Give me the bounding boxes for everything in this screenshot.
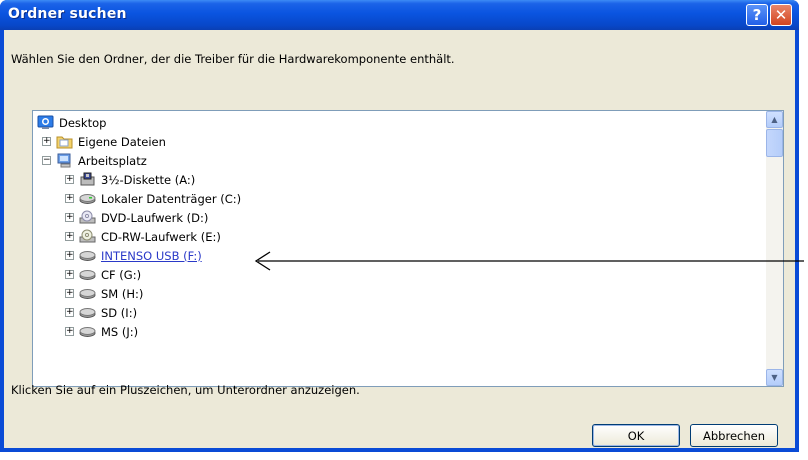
ok-button[interactable]: OK	[592, 424, 680, 447]
close-button[interactable]: ✕	[770, 4, 792, 26]
tree-item-label: Eigene Dateien	[78, 134, 166, 149]
chevron-up-icon: ▲	[771, 115, 778, 124]
help-icon: ?	[752, 6, 762, 24]
dialog-title: Ordner suchen	[8, 6, 127, 22]
expand-icon[interactable]: +	[65, 175, 74, 184]
scroll-thumb[interactable]	[766, 129, 783, 157]
tree-item-cdrw-e[interactable]: + CD-RW-Laufwerk (E:)	[65, 227, 221, 246]
folder-icon	[56, 136, 73, 149]
tree-item-label: DVD-Laufwerk (D:)	[101, 210, 209, 225]
tree-item-label: CF (G:)	[101, 267, 142, 282]
scroll-down-button[interactable]: ▼	[766, 369, 783, 386]
hard-drive-icon	[79, 194, 96, 204]
tree-scrollbar[interactable]: ▲ ▼	[766, 111, 783, 386]
tree-item-label: MS (J:)	[101, 324, 139, 339]
collapse-icon[interactable]: −	[42, 156, 51, 165]
removable-drive-icon	[79, 308, 96, 318]
desktop-icon	[37, 115, 54, 129]
tree-item-label: CD-RW-Laufwerk (E:)	[101, 229, 221, 244]
removable-drive-icon	[79, 270, 96, 280]
tree-item-sd-i[interactable]: + SD (I:)	[65, 303, 137, 322]
expand-icon[interactable]: +	[65, 327, 74, 336]
tree-item-label: INTENSO USB (F:)	[101, 248, 202, 263]
dialog-body: Wählen Sie den Ordner, der die Treiber f…	[4, 30, 795, 448]
tree-item-arbeitsplatz[interactable]: − Arbeitsplatz	[42, 151, 147, 170]
tree-item-label: SD (I:)	[101, 305, 138, 320]
expand-icon[interactable]: +	[65, 308, 74, 317]
tree-item-intenso-usb-f[interactable]: + INTENSO USB (F:)	[65, 246, 202, 265]
tree-item-label: 3½-Diskette (A:)	[101, 172, 196, 187]
dvd-drive-icon	[79, 210, 96, 224]
tree-item-label: Desktop	[59, 115, 107, 130]
tree-item-label: Lokaler Datenträger (C:)	[101, 191, 242, 206]
hint-text: Klicken Sie auf ein Pluszeichen, um Unte…	[11, 383, 360, 397]
removable-drive-icon	[79, 289, 96, 299]
expand-icon[interactable]: +	[65, 213, 74, 222]
expand-icon[interactable]: +	[65, 289, 74, 298]
expand-icon[interactable]: +	[65, 270, 74, 279]
expand-icon[interactable]: +	[65, 232, 74, 241]
folder-tree[interactable]: Desktop + Eigene Dateien − Arbeitsplatz …	[32, 110, 784, 387]
help-button[interactable]: ?	[746, 4, 768, 26]
tree-item-eigene-dateien[interactable]: + Eigene Dateien	[42, 132, 166, 151]
browse-folder-dialog: Ordner suchen ? ✕ Wählen Sie den Ordner,…	[0, 0, 799, 452]
expand-icon[interactable]: +	[65, 194, 74, 203]
removable-drive-icon	[79, 327, 96, 337]
chevron-down-icon: ▼	[771, 373, 778, 382]
floppy-drive-icon	[80, 172, 95, 186]
usb-drive-icon	[79, 251, 96, 261]
tree-item-floppy-a[interactable]: + 3½-Diskette (A:)	[65, 170, 195, 189]
tree-item-dvd-d[interactable]: + DVD-Laufwerk (D:)	[65, 208, 208, 227]
instruction-text: Wählen Sie den Ordner, der die Treiber f…	[11, 52, 455, 66]
close-icon: ✕	[774, 6, 788, 24]
scroll-up-button[interactable]: ▲	[766, 111, 783, 128]
computer-icon	[57, 153, 71, 168]
cancel-button[interactable]: Abbrechen	[690, 424, 778, 447]
tree-item-ms-j[interactable]: + MS (J:)	[65, 322, 138, 341]
tree-item-label: SM (H:)	[101, 286, 144, 301]
tree-item-cf-g[interactable]: + CF (G:)	[65, 265, 141, 284]
cd-drive-icon	[79, 229, 96, 243]
expand-icon[interactable]: +	[65, 251, 74, 260]
expand-icon[interactable]: +	[42, 137, 51, 146]
tree-item-local-disk-c[interactable]: + Lokaler Datenträger (C:)	[65, 189, 241, 208]
tree-item-desktop[interactable]: Desktop	[37, 113, 106, 132]
tree-item-sm-h[interactable]: + SM (H:)	[65, 284, 143, 303]
tree-item-label: Arbeitsplatz	[78, 153, 147, 168]
title-bar[interactable]: Ordner suchen ? ✕	[0, 0, 799, 30]
